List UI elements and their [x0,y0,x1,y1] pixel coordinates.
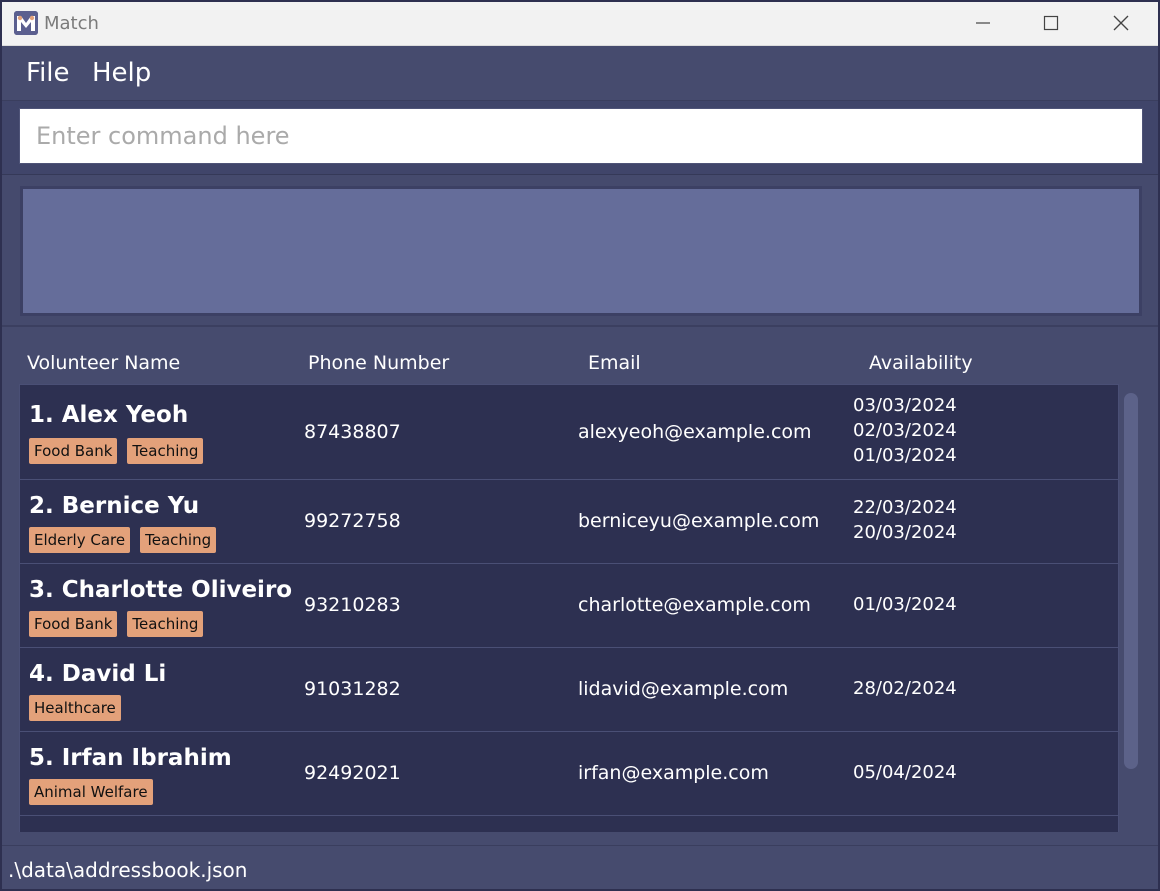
availability-list: 01/03/2024 [853,592,957,617]
volunteer-name: 5. Irfan Ibrahim [29,745,232,771]
app-logo-icon [14,11,38,35]
availability-date: 28/02/2024 [853,678,957,699]
app-window: Match File Help Volunteer Name Phone Num… [2,2,1158,889]
tag: Teaching [127,438,204,464]
tag: Animal Welfare [29,779,153,805]
tag: Food Bank [29,438,118,464]
tag-list: Animal Welfare [29,779,153,805]
list-item[interactable]: 1. Alex Yeoh Food Bank Teaching 87438807… [19,384,1119,480]
list-item[interactable]: 5. Irfan Ibrahim Animal Welfare 92492021… [19,731,1119,816]
minimize-button[interactable] [950,2,1016,45]
result-display [20,186,1142,316]
availability-date: 01/03/2024 [853,445,957,466]
header-phone-number: Phone Number [308,352,450,374]
close-icon [1113,15,1129,31]
email: irfan@example.com [578,762,769,784]
file-path: .\data\addressbook.json [8,858,248,882]
phone-number: 99272758 [304,510,401,532]
status-bar: .\data\addressbook.json [2,845,1158,889]
maximize-button[interactable] [1018,2,1084,45]
tag: Elderly Care [29,527,131,553]
availability-list: 05/04/2024 [853,760,957,785]
list-item[interactable]: 3. Charlotte Oliveiro Food Bank Teaching… [19,563,1119,648]
tag: Teaching [140,527,217,553]
command-input[interactable] [19,108,1143,164]
title-bar[interactable]: Match [2,2,1158,46]
tag: Healthcare [29,695,121,721]
email: charlotte@example.com [578,594,811,616]
availability-date: 22/03/2024 [853,497,957,518]
availability-list: 22/03/2024 20/03/2024 [853,495,957,545]
tag: Teaching [127,611,204,637]
availability-date: 03/03/2024 [853,395,957,416]
window-title: Match [44,13,99,34]
email: berniceyu@example.com [578,510,820,532]
list-item[interactable]: 4. David Li Healthcare 91031282 lidavid@… [19,647,1119,732]
phone-number: 93210283 [304,594,401,616]
volunteer-name: 2. Bernice Yu [29,493,200,519]
phone-number: 87438807 [304,421,401,443]
tag-list: Food Bank Teaching [29,611,204,637]
tag: Food Bank [29,611,118,637]
menu-help[interactable]: Help [92,58,151,88]
list-scrollbar[interactable] [1124,393,1138,769]
maximize-icon [1043,15,1059,31]
minimize-icon [976,22,990,24]
availability-date: 20/03/2024 [853,522,957,543]
volunteer-name: 4. David Li [29,661,167,687]
phone-number: 92492021 [304,762,401,784]
tag-list: Healthcare [29,695,121,721]
tag-list: Elderly Care Teaching [29,527,217,553]
availability-list: 28/02/2024 [853,676,957,701]
command-box-area [2,101,1158,175]
header-email: Email [588,352,641,374]
availability-date: 01/03/2024 [853,594,957,615]
volunteer-name: 3. Charlotte Oliveiro [29,577,293,603]
header-availability: Availability [869,352,973,374]
menu-bar: File Help [2,46,1158,101]
phone-number: 91031282 [304,678,401,700]
availability-date: 05/04/2024 [853,762,957,783]
list-item[interactable] [19,815,1119,832]
availability-list: 03/03/2024 02/03/2024 01/03/2024 [853,393,957,468]
header-volunteer-name: Volunteer Name [27,352,181,374]
volunteer-list-panel: Volunteer Name Phone Number Email Availa… [2,327,1158,845]
list-item[interactable]: 2. Bernice Yu Elderly Care Teaching 9927… [19,479,1119,564]
email: lidavid@example.com [578,678,789,700]
volunteer-name: 1. Alex Yeoh [29,402,189,428]
availability-date: 02/03/2024 [853,420,957,441]
tag-list: Food Bank Teaching [29,438,204,464]
volunteer-list[interactable]: 1. Alex Yeoh Food Bank Teaching 87438807… [19,384,1119,832]
close-button[interactable] [1088,2,1154,45]
email: alexyeoh@example.com [578,421,812,443]
menu-file[interactable]: File [26,58,70,88]
result-display-area [2,175,1158,327]
